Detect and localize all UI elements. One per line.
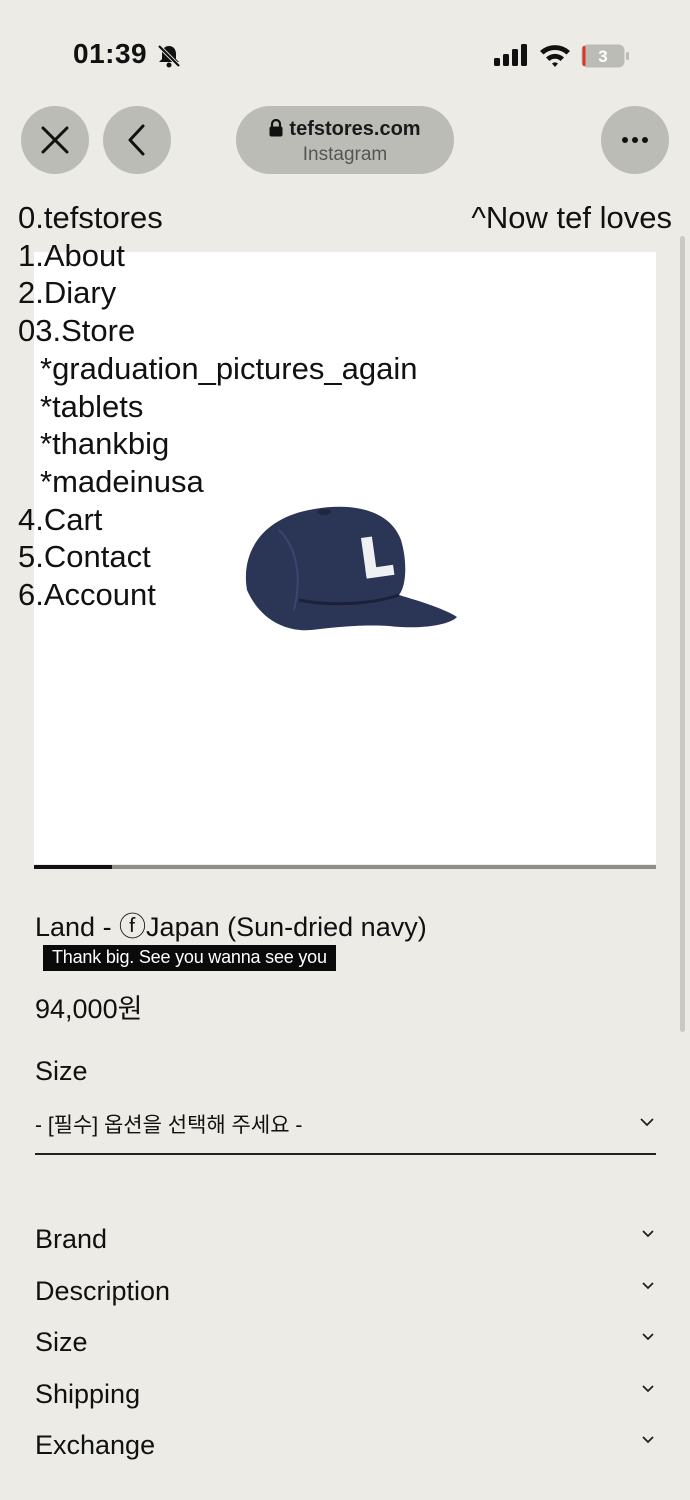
size-label: Size [35,1056,88,1086]
close-icon [41,126,69,154]
chevron-down-icon [642,1436,654,1444]
accordion-label: Size [35,1327,88,1357]
wifi-icon [540,45,570,67]
menu-subitem-thankbig[interactable]: *thankbig [18,425,417,463]
page-scrollbar[interactable] [680,236,685,1032]
accordion-shipping[interactable]: Shipping [35,1371,656,1423]
url-domain: tefstores.com [289,118,421,140]
menu-item-store[interactable]: 03.Store [18,312,417,350]
site-menu: 0.tefstores 1.About 2.Diary 03.Store *gr… [18,199,417,614]
back-button[interactable] [103,106,171,174]
status-bar: 01:39 3 [0,0,690,100]
image-carousel-progress [34,865,656,869]
accordion-size[interactable]: Size [35,1319,656,1371]
menu-item-contact[interactable]: 5.Contact [18,538,417,576]
chevron-down-icon [642,1384,654,1392]
image-carousel-progress-fill [34,865,112,869]
cellular-signal-icon [494,44,527,66]
menu-item-home[interactable]: 0.tefstores [18,199,417,237]
close-button[interactable] [21,106,89,174]
accordion-label: Shipping [35,1378,141,1409]
more-button[interactable] [601,106,669,174]
menu-subitem-madeinusa[interactable]: *madeinusa [18,463,417,501]
accordion-label: Exchange [35,1430,156,1460]
url-source: Instagram [302,144,388,165]
menu-item-diary[interactable]: 2.Diary [18,274,417,312]
clock: 01:39 [73,38,148,69]
accordion-exchange[interactable]: Exchange [35,1422,656,1474]
battery-icon: 3 [581,44,629,68]
size-select[interactable]: - [필수] 옵션을 선택해 주세요 - [35,1105,656,1155]
chevron-down-icon [642,1230,654,1238]
battery-level: 3 [598,47,607,66]
menu-item-about[interactable]: 1.About [18,237,417,275]
chevron-down-icon [642,1281,654,1289]
size-select-value: - [필수] 옵션을 선택해 주세요 - [35,1114,303,1137]
accordion-label: Brand [35,1224,108,1254]
ellipsis-icon [622,137,648,143]
menu-item-account[interactable]: 6.Account [18,576,417,614]
menu-subitem-tablets[interactable]: *tablets [18,388,417,426]
product-price: 94,000원 [35,994,143,1024]
accordion-label: Description [35,1275,171,1306]
menu-subitem-graduation[interactable]: *graduation_pictures_again [18,350,417,388]
now-tef-loves-link[interactable]: ^Now tef loves [471,199,672,237]
menu-item-cart[interactable]: 4.Cart [18,501,417,539]
product-title: Land - ⓕJapan (Sun-dried navy) [35,912,427,942]
address-bar[interactable]: tefstores.com Instagram [236,106,454,174]
bell-slash-icon [157,44,181,68]
product-info-accordion: Brand Description Size Shipping Exchange [35,1216,656,1474]
lock-icon [269,119,283,137]
product-tagline: Thank big. See you wanna see you [43,945,336,971]
chevron-down-icon [640,1118,654,1127]
accordion-brand[interactable]: Brand [35,1216,656,1268]
accordion-description[interactable]: Description [35,1268,656,1320]
chevron-down-icon [642,1333,654,1341]
browser-toolbar: tefstores.com Instagram [0,100,690,190]
chevron-left-icon [128,124,145,156]
